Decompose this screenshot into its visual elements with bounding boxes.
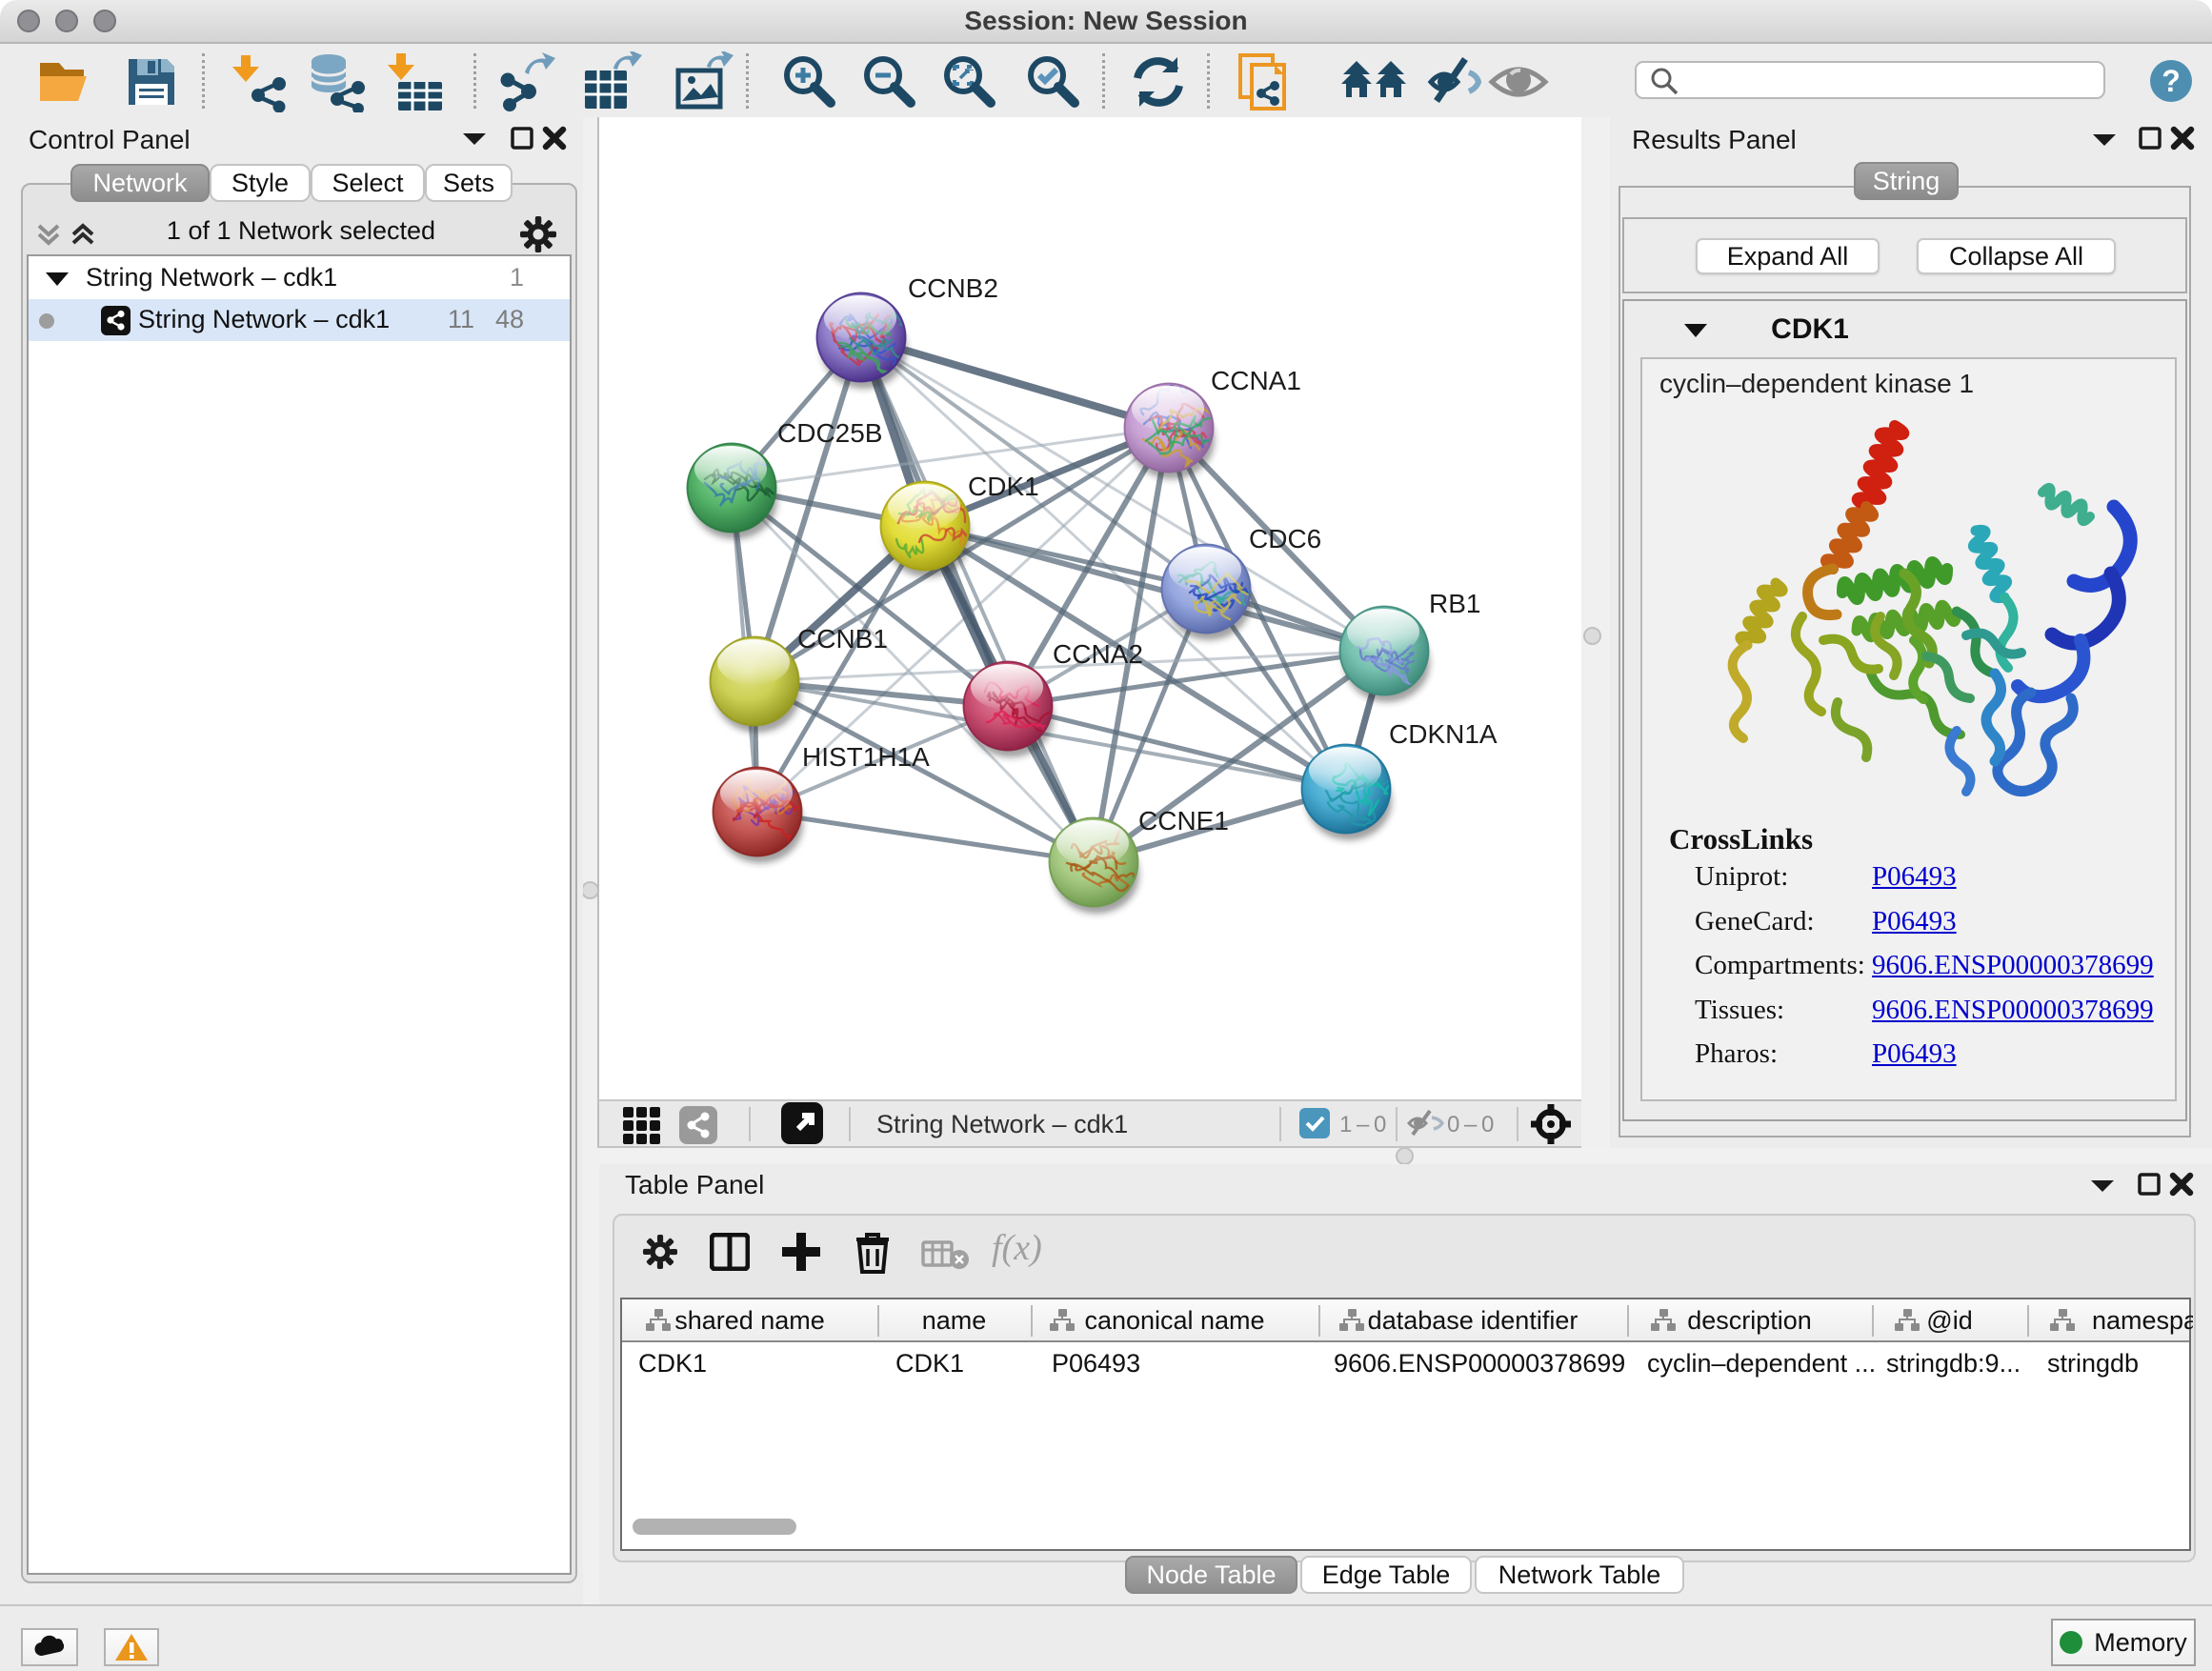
svg-text:CCNB1: CCNB1 — [797, 624, 888, 654]
svg-text:?: ? — [2162, 64, 2181, 98]
svg-text:RB1: RB1 — [1429, 589, 1480, 618]
svg-text:CDKN1A: CDKN1A — [1389, 719, 1498, 749]
svg-text:CCNA1: CCNA1 — [1211, 366, 1301, 395]
svg-text:CCNA2: CCNA2 — [1053, 639, 1143, 669]
svg-text:CCNE1: CCNE1 — [1138, 806, 1229, 836]
svg-text:CDC25B: CDC25B — [777, 418, 882, 448]
svg-text:CCNB2: CCNB2 — [908, 273, 998, 303]
svg-text:CDC6: CDC6 — [1249, 524, 1321, 554]
svg-text:CDK1: CDK1 — [968, 472, 1039, 501]
svg-text:HIST1H1A: HIST1H1A — [802, 742, 930, 772]
